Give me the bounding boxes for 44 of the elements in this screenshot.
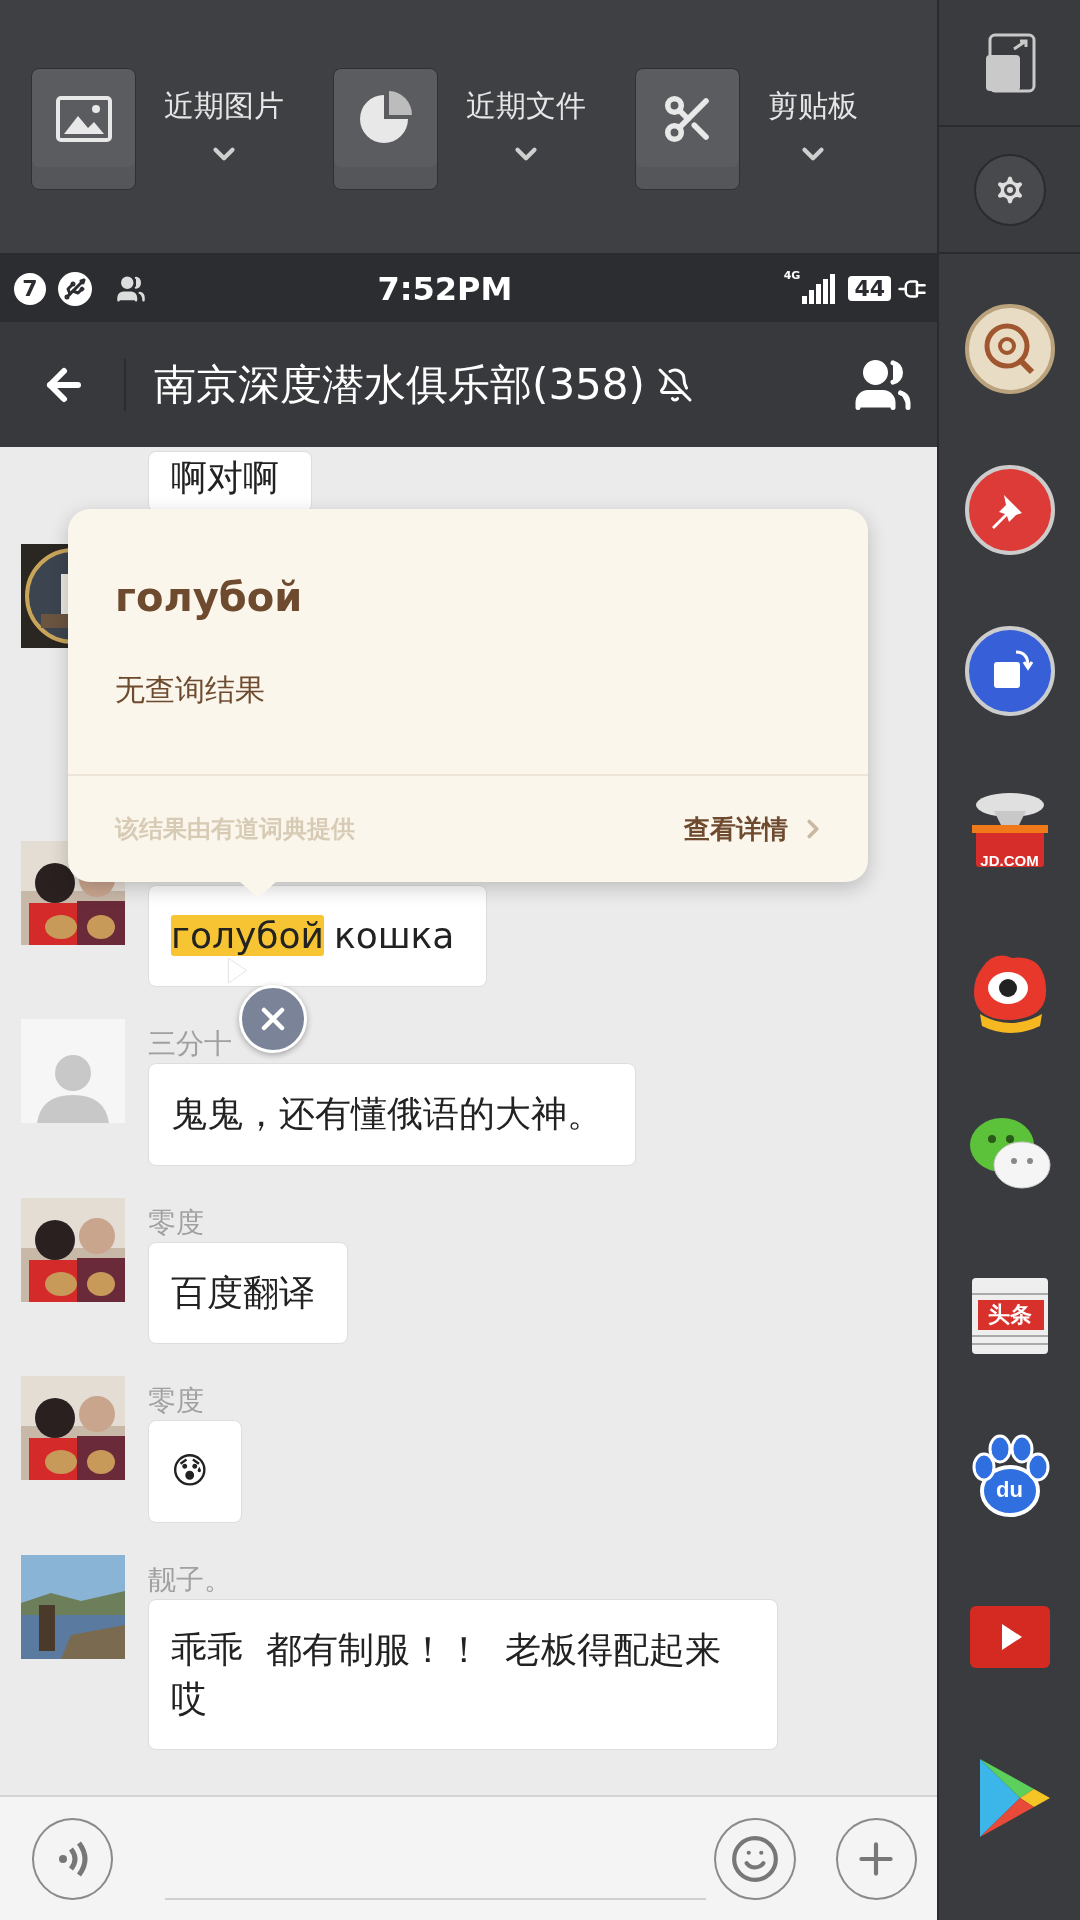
voice-button[interactable] bbox=[32, 1817, 114, 1900]
smiley-icon bbox=[729, 1833, 780, 1884]
sender-name: 靓子。 bbox=[148, 1561, 233, 1598]
result-text: 无查询结果 bbox=[115, 671, 266, 709]
sender-name: 三分十 bbox=[148, 1026, 233, 1063]
plus-button[interactable] bbox=[835, 1817, 917, 1900]
chat-title: 南京深度潜水俱乐部(358) bbox=[154, 358, 645, 411]
details-link[interactable]: 查看详情 bbox=[684, 811, 828, 847]
battery-level: 44 bbox=[848, 276, 891, 301]
message-bubble: 啊对啊 bbox=[148, 451, 312, 512]
app-button[interactable]: JD.COM bbox=[963, 787, 1056, 877]
message-bubble: голубой кошка bbox=[148, 884, 488, 988]
image-icon bbox=[55, 95, 112, 142]
app-button[interactable] bbox=[963, 304, 1056, 394]
magnifier-icon bbox=[963, 304, 1056, 394]
app-button[interactable]: du bbox=[963, 1431, 1056, 1521]
shortcut-tile[interactable] bbox=[333, 68, 438, 190]
shortcut-tile[interactable] bbox=[635, 68, 740, 190]
message-bubble: 😰 bbox=[148, 1420, 242, 1523]
usb-icon bbox=[58, 271, 92, 306]
app-button[interactable] bbox=[963, 465, 1056, 555]
looked-up-word: голубой bbox=[115, 574, 304, 620]
signal-icon bbox=[802, 273, 837, 304]
app-button[interactable] bbox=[963, 626, 1056, 716]
message-bubble: 乖乖 都有制服！！ 老板得配起来哎 bbox=[148, 1598, 778, 1751]
app-button[interactable]: 头条 bbox=[963, 1270, 1056, 1360]
message-bubble: 百度翻译 bbox=[148, 1241, 348, 1345]
close-button[interactable] bbox=[239, 985, 307, 1053]
sender-name: 零度 bbox=[148, 1204, 205, 1241]
shortcut-label: 剪贴板 bbox=[768, 87, 858, 125]
rotate-icon bbox=[963, 626, 1056, 716]
pushpin-icon bbox=[963, 465, 1056, 555]
selection-handle-icon[interactable] bbox=[226, 957, 248, 984]
network-type: 4G bbox=[783, 269, 801, 282]
resize-icon[interactable] bbox=[983, 32, 1036, 93]
message-bubble: 鬼鬼，还有懂俄语的大神。 bbox=[148, 1063, 636, 1166]
notification-badge: 7 bbox=[14, 272, 46, 305]
clock: 7:52PM bbox=[376, 269, 514, 308]
shortcut-tile[interactable] bbox=[31, 68, 136, 190]
avatar-icon bbox=[21, 1019, 125, 1124]
shortcut-label: 近期图片 bbox=[164, 87, 284, 125]
emoji-button[interactable] bbox=[714, 1817, 796, 1900]
shortcut-label: 近期文件 bbox=[466, 87, 586, 125]
sender-name: 零度 bbox=[148, 1383, 205, 1420]
